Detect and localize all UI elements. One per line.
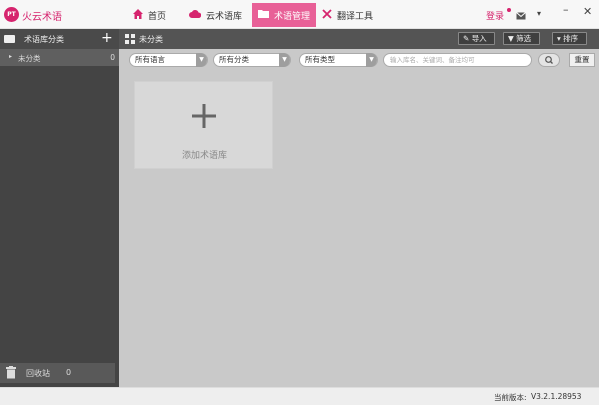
search-icon <box>545 56 553 64</box>
chevron-down-icon: ▼ <box>279 53 290 67</box>
chevron-down-icon: ▼ <box>196 53 207 67</box>
sidebar-title: 术语库分类 <box>24 35 64 44</box>
chevron-down-icon: ▼ <box>366 53 377 67</box>
add-termbase-label: 添加术语库 <box>181 151 227 161</box>
close-button[interactable]: ✕ <box>583 5 592 18</box>
category-select-value: 所有分类 <box>219 55 249 64</box>
folder-icon <box>4 35 15 43</box>
plus-icon <box>192 104 216 128</box>
version-label: 当前版本: <box>494 393 527 402</box>
folder-icon <box>258 9 269 21</box>
bullet-icon: ▸ <box>9 53 13 60</box>
category-select[interactable]: 所有分类 ▼ <box>213 53 291 67</box>
sidebar: 术语库分类 + ▸ 未分类 0 回收站 0 <box>0 29 119 387</box>
filter-bar: 所有语言 ▼ 所有分类 ▼ 所有类型 ▼ 输入库名、关键词、备注均可 重置 <box>119 49 599 71</box>
filter-button[interactable]: ▼ 筛选 <box>503 32 540 45</box>
grid-icon <box>125 34 135 44</box>
main-header: 未分类 ✎ 导入 ▼ 筛选 ▾ 排序 <box>119 29 599 49</box>
tab-manage-label: 术语管理 <box>274 11 311 22</box>
reset-button[interactable]: 重置 <box>569 53 595 67</box>
tab-home-label: 首页 <box>148 11 167 22</box>
minimize-button[interactable]: – <box>563 3 569 16</box>
menu-dropdown-icon[interactable]: ▾ <box>537 9 541 18</box>
sidebar-item-label: 未分类 <box>18 54 41 63</box>
tab-cloud-termbase[interactable]: 云术语库 <box>183 3 251 27</box>
import-button[interactable]: ✎ 导入 <box>458 32 495 45</box>
recycle-count: 0 <box>66 368 72 377</box>
sort-button[interactable]: ▾ 排序 <box>552 32 587 45</box>
login-link[interactable]: 登录 <box>486 9 504 22</box>
main-area: 未分类 ✎ 导入 ▼ 筛选 ▾ 排序 所有语言 ▼ 所有分类 ▼ 所有类型 ▼ … <box>119 29 599 387</box>
sort-label: 排序 <box>563 34 579 43</box>
cloud-icon <box>189 9 202 21</box>
search-button[interactable] <box>538 53 560 67</box>
sidebar-header: 术语库分类 + <box>0 29 119 49</box>
filter-label: 筛选 <box>516 34 532 43</box>
recycle-label: 回收站 <box>26 369 50 378</box>
tab-term-management[interactable]: 术语管理 <box>252 3 316 27</box>
tools-icon <box>322 8 332 22</box>
import-label: 导入 <box>471 34 487 43</box>
app-logo: PT <box>4 7 19 22</box>
add-category-button[interactable]: + <box>101 30 113 46</box>
mail-icon[interactable] <box>516 10 526 23</box>
tab-translation-tools[interactable]: 翻译工具 <box>316 3 380 27</box>
tab-home[interactable]: 首页 <box>127 3 179 27</box>
sidebar-item-uncategorized[interactable]: ▸ 未分类 0 <box>0 49 119 66</box>
sort-icon: ▾ <box>557 34 561 43</box>
import-icon: ✎ <box>463 34 470 43</box>
status-bar: 当前版本: V3.2.1.28953 <box>0 387 599 405</box>
sidebar-item-count: 0 <box>110 53 115 62</box>
search-input[interactable]: 输入库名、关键词、备注均可 <box>383 53 532 67</box>
home-icon <box>133 8 143 22</box>
type-select[interactable]: 所有类型 ▼ <box>299 53 378 67</box>
notification-dot <box>507 8 511 12</box>
language-select-value: 所有语言 <box>135 55 165 64</box>
app-name: 火云术语 <box>22 12 62 23</box>
main-title: 未分类 <box>139 35 163 44</box>
add-termbase-card[interactable]: 添加术语库 <box>134 81 273 169</box>
trash-icon <box>6 366 16 379</box>
version-value: V3.2.1.28953 <box>531 392 582 401</box>
type-select-value: 所有类型 <box>305 55 335 64</box>
language-select[interactable]: 所有语言 ▼ <box>129 53 208 67</box>
tab-cloud-label: 云术语库 <box>206 11 243 22</box>
tab-tools-label: 翻译工具 <box>337 11 374 22</box>
filter-icon: ▼ <box>508 34 514 43</box>
recycle-bin[interactable]: 回收站 0 <box>0 363 115 383</box>
title-bar: PT 火云术语 首页 云术语库 术语管理 翻译工具 登录 ▾ – ✕ <box>0 0 599 29</box>
